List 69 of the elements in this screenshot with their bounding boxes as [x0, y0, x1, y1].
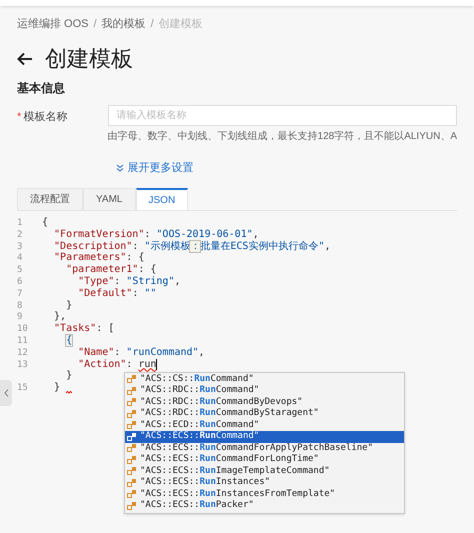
breadcrumb-link[interactable]: 我的模板 [102, 16, 146, 32]
required-mark: * [17, 110, 22, 124]
suggestion-item[interactable]: "ACS::ECS::RunCommand" [125, 431, 404, 443]
expand-settings-link[interactable]: 展开更多设置 [116, 160, 194, 176]
code-line: { [42, 217, 48, 229]
tab[interactable]: 流程配置 [17, 188, 83, 210]
line-number: 4 [17, 253, 22, 264]
line-number: 12 [17, 348, 28, 358]
code-line: }, [53, 311, 66, 323]
field-label: 模板名称 [23, 110, 68, 124]
code-line: "parameter1": { [65, 264, 156, 276]
page-title: 创建模板 [45, 44, 133, 72]
double-chevron-down-icon [116, 164, 124, 172]
module-icon [127, 466, 137, 476]
line-number: 2 [17, 230, 22, 240]
back-arrow-icon[interactable] [17, 52, 33, 66]
code-line: } [65, 300, 72, 312]
module-icon [127, 386, 137, 396]
line-number: 1 [17, 218, 22, 228]
suggestion-item[interactable]: "ACS::ECS::RunCommandForLongTime" [125, 454, 404, 466]
suggestion-item[interactable]: "ACS::CS::RunCommand" [125, 374, 404, 386]
code-line: "Parameters": { [53, 252, 144, 264]
breadcrumb-separator: / [94, 17, 97, 32]
line-number: 3 [17, 242, 22, 252]
template-name-input[interactable]: 请输入模板名称 [108, 104, 457, 126]
suggestion-item[interactable]: "ACS::ECD::RunCommand" [125, 420, 404, 432]
suggestion-item[interactable]: "ACS::RDC::RunCommand" [125, 385, 404, 397]
code-line: "Default": "" [77, 288, 156, 300]
line-number: 15 [17, 383, 28, 394]
suggestion-item[interactable]: "ACS::RDC::RunCommandByDevops" [125, 396, 404, 408]
module-icon [127, 374, 137, 384]
module-icon [127, 489, 137, 500]
tab[interactable]: YAML [83, 188, 136, 210]
code-line: "Tasks": [ [53, 323, 114, 335]
code-line: } [53, 382, 60, 394]
module-icon [127, 408, 137, 419]
line-number: 8 [17, 300, 22, 311]
module-icon [127, 500, 137, 511]
breadcrumb-separator: / [150, 17, 154, 32]
suggestion-item[interactable]: "ACS::ECS::RunCommandForApplyPatchBaseline" [125, 442, 404, 454]
code-line: "FormatVersion": "OOS-2019-06-01", [53, 228, 259, 240]
line-number: 10 [17, 324, 28, 334]
line-number: 5 [17, 265, 22, 276]
breadcrumb-link[interactable]: 运维编排 OOS [17, 16, 89, 32]
tab[interactable]: JSON [136, 188, 188, 210]
chevron-left-icon [4, 389, 8, 397]
field-hint: 由字母、数字、中划线、下划线组成，最长支持128字符，且不能以ALIYUN、A [108, 130, 457, 144]
module-icon [127, 478, 137, 488]
code-line: "Type": "String", [77, 276, 180, 288]
line-number: 6 [17, 276, 22, 287]
suggestion-item[interactable]: "ACS::ECS::RunImageTemplateCommand" [125, 466, 404, 478]
section-title: 基本信息 [17, 80, 66, 96]
suggestion-item[interactable]: "ACS::ECS::RunPacker" [125, 500, 404, 512]
module-icon [127, 432, 137, 442]
module-icon [127, 443, 137, 454]
line-number: 7 [17, 288, 22, 299]
line-number: 9 [17, 312, 22, 322]
code-line: } [65, 370, 72, 382]
module-icon [127, 454, 137, 465]
suggestion-item[interactable]: "ACS::ECS::RunInstancesFromTemplate" [125, 488, 404, 500]
suggestion-item[interactable]: "ACS::RDC::RunCommandByStaragent" [125, 408, 404, 420]
suggestion-item[interactable]: "ACS::ECS::RunInstances" [125, 477, 404, 489]
code-line: "Name": "runCommand", [77, 346, 205, 359]
line-number: 11 [17, 336, 28, 346]
module-icon [127, 420, 137, 430]
code-line: "Action": run [77, 358, 156, 370]
module-icon [127, 397, 137, 408]
code-line: "Description": "示例模板：批量在ECS实例中执行命令", [53, 240, 331, 252]
line-number: 13 [17, 360, 28, 370]
